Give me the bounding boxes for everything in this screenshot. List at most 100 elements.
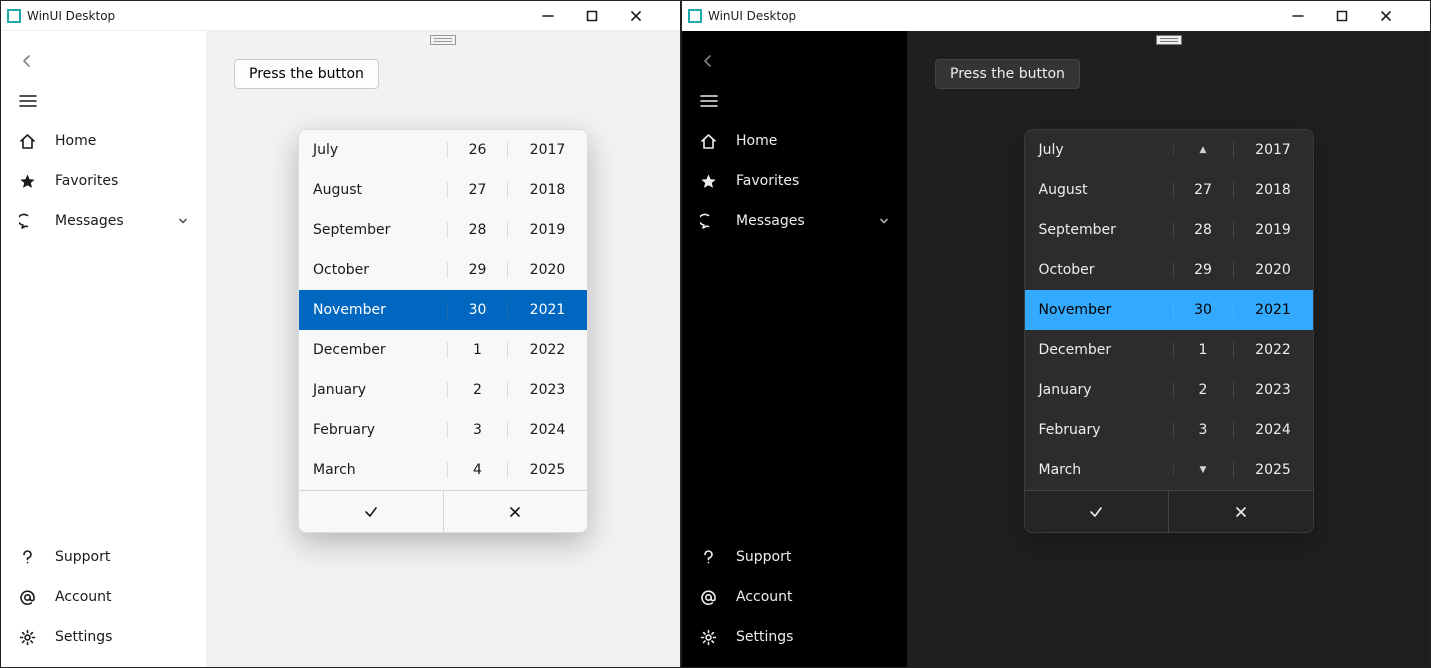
picker-row[interactable]: February32024	[1025, 410, 1313, 450]
picker-day: 3	[1173, 422, 1233, 438]
picker-year: 2017	[507, 142, 587, 158]
picker-day: 26	[447, 142, 507, 158]
nav-item-favorites[interactable]: Favorites	[1, 161, 206, 201]
picker-month: November	[1025, 302, 1173, 318]
minimize-button[interactable]	[542, 10, 586, 22]
picker-accept-button[interactable]	[1025, 491, 1169, 532]
picker-row[interactable]: December12022	[1025, 330, 1313, 370]
picker-row[interactable]: January22023	[1025, 370, 1313, 410]
drag-handle-icon[interactable]	[430, 35, 456, 45]
picker-day: 30	[1173, 302, 1233, 318]
nav-item-home[interactable]: Home	[1, 121, 206, 161]
picker-row[interactable]: December12022	[299, 330, 587, 370]
close-button[interactable]	[630, 10, 674, 22]
picker-month: November	[299, 302, 447, 318]
picker-year: 2023	[1233, 382, 1313, 398]
picker-row[interactable]: March▼2025	[1025, 450, 1313, 490]
nav-item-settings[interactable]: Settings	[1, 617, 206, 657]
app-window-light: WinUI Desktop Home FavoritesMessages Supp…	[0, 0, 681, 668]
gear-icon	[700, 629, 718, 646]
picker-day-arrow-icon: ▼	[1173, 465, 1233, 475]
nav-item-favorites[interactable]: Favorites	[682, 161, 907, 201]
picker-row[interactable]: August272018	[1025, 170, 1313, 210]
picker-year: 2018	[1233, 182, 1313, 198]
hamburger-button[interactable]	[682, 81, 907, 121]
nav-item-label: Home	[736, 133, 889, 149]
maximize-button[interactable]	[1336, 10, 1380, 22]
picker-year: 2020	[507, 262, 587, 278]
picker-month: July	[299, 142, 447, 158]
picker-row[interactable]: September282019	[299, 210, 587, 250]
picker-row[interactable]: February32024	[299, 410, 587, 450]
picker-day: 30	[447, 302, 507, 318]
picker-row[interactable]: January22023	[299, 370, 587, 410]
chevron-down-icon	[879, 216, 889, 226]
maximize-button[interactable]	[586, 10, 630, 22]
nav-item-messages[interactable]: Messages	[1, 201, 206, 241]
picker-year: 2018	[507, 182, 587, 198]
picker-accept-button[interactable]	[299, 491, 443, 532]
help-icon	[700, 549, 718, 566]
back-button[interactable]	[682, 41, 907, 81]
drag-handle-icon[interactable]	[1156, 35, 1182, 45]
press-button[interactable]: Press the button	[234, 59, 379, 89]
nav-item-label: Favorites	[736, 173, 889, 189]
picker-day: 29	[1173, 262, 1233, 278]
nav-item-label: Support	[55, 549, 188, 565]
nav-item-home[interactable]: Home	[682, 121, 907, 161]
picker-day: 2	[447, 382, 507, 398]
picker-cancel-button[interactable]	[443, 491, 588, 532]
picker-day: 28	[447, 222, 507, 238]
back-button[interactable]	[1, 41, 206, 81]
picker-row[interactable]: September282019	[1025, 210, 1313, 250]
picker-day: 1	[447, 342, 507, 358]
picker-row[interactable]: March42025	[299, 450, 587, 490]
close-button[interactable]	[1380, 10, 1424, 22]
picker-month: September	[299, 222, 447, 238]
nav-item-messages[interactable]: Messages	[682, 201, 907, 241]
nav-item-account[interactable]: Account	[682, 577, 907, 617]
picker-row[interactable]: November302021	[1025, 290, 1313, 330]
press-button[interactable]: Press the button	[935, 59, 1080, 89]
picker-month: October	[1025, 262, 1173, 278]
date-picker[interactable]: July262017August272018September282019Oct…	[298, 129, 588, 533]
nav-item-settings[interactable]: Settings	[682, 617, 907, 657]
home-icon	[19, 133, 37, 150]
picker-day: 28	[1173, 222, 1233, 238]
picker-day: 1	[1173, 342, 1233, 358]
picker-day: 2	[1173, 382, 1233, 398]
picker-cancel-button[interactable]	[1168, 491, 1313, 532]
at-icon	[700, 589, 718, 606]
picker-year: 2024	[1233, 422, 1313, 438]
picker-row[interactable]: July262017	[299, 130, 587, 170]
picker-month: January	[1025, 382, 1173, 398]
nav-item-support[interactable]: Support	[682, 537, 907, 577]
titlebar: WinUI Desktop	[1, 1, 680, 31]
picker-month: December	[299, 342, 447, 358]
picker-year: 2022	[1233, 342, 1313, 358]
help-icon	[19, 549, 37, 566]
nav-item-label: Account	[736, 589, 889, 605]
picker-row[interactable]: July▲2017	[1025, 130, 1313, 170]
sidebar: Home FavoritesMessages Support AccountSett…	[1, 31, 206, 667]
minimize-button[interactable]	[1292, 10, 1336, 22]
picker-day: 29	[447, 262, 507, 278]
picker-year: 2022	[507, 342, 587, 358]
picker-year: 2025	[1233, 462, 1313, 478]
content-area: Press the button July262017August272018S…	[206, 31, 680, 667]
picker-row[interactable]: October292020	[299, 250, 587, 290]
picker-month: December	[1025, 342, 1173, 358]
hamburger-button[interactable]	[1, 81, 206, 121]
star-icon	[700, 173, 718, 190]
picker-day: 4	[447, 462, 507, 478]
picker-row[interactable]: October292020	[1025, 250, 1313, 290]
date-picker[interactable]: July▲2017August272018September282019Octo…	[1024, 129, 1314, 533]
picker-row[interactable]: November302021	[299, 290, 587, 330]
nav-item-account[interactable]: Account	[1, 577, 206, 617]
nav-item-label: Home	[55, 133, 188, 149]
picker-row[interactable]: August272018	[299, 170, 587, 210]
content-area: Press the button July▲2017August272018Se…	[907, 31, 1430, 667]
app-icon	[7, 9, 21, 23]
picker-year: 2017	[1233, 142, 1313, 158]
nav-item-support[interactable]: Support	[1, 537, 206, 577]
